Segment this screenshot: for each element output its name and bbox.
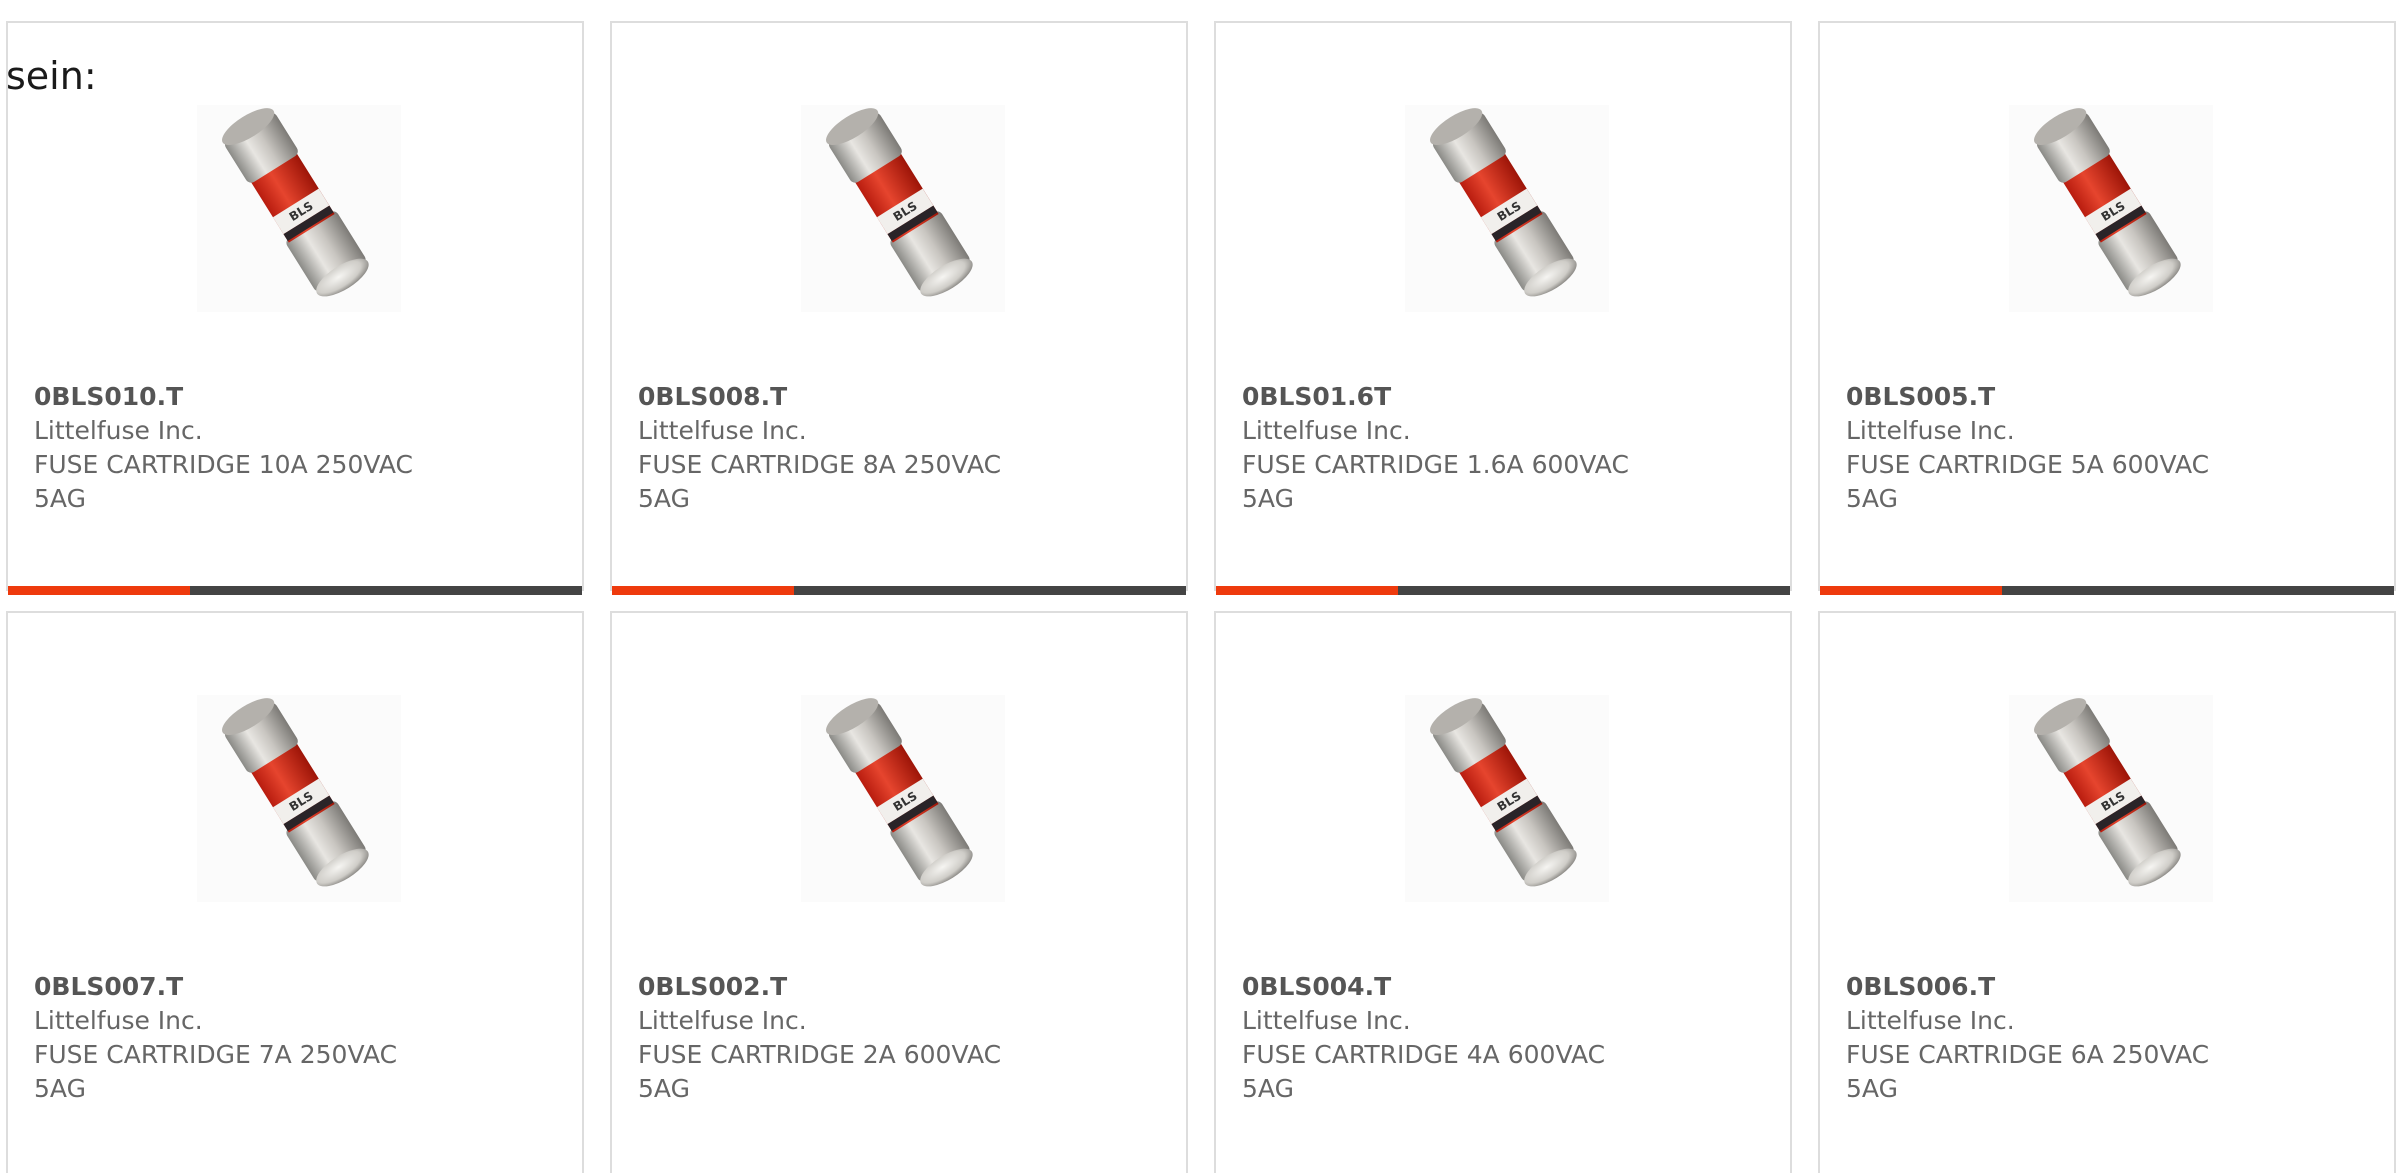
card-accent-stripe (1820, 586, 2002, 595)
fuse-image (801, 695, 1005, 902)
description: FUSE CARTRIDGE 6A 250VAC (1846, 1040, 2210, 1069)
card-bottom-bar (1820, 586, 2394, 595)
package-type: 5AG (1846, 484, 1898, 513)
manufacturer: Littelfuse Inc. (638, 1006, 807, 1035)
fuse-image (2009, 695, 2213, 902)
fuse-image (2009, 105, 2213, 312)
product-info: 0BLS01.6T Littelfuse Inc. FUSE CARTRIDGE… (1242, 380, 1762, 516)
product-info: 0BLS002.T Littelfuse Inc. FUSE CARTRIDGE… (638, 970, 1158, 1106)
part-number: 0BLS004.T (1242, 972, 1392, 1001)
card-accent-stripe (1216, 586, 1398, 595)
fuse-image (801, 105, 1005, 312)
card-bottom-bar (8, 586, 582, 595)
card-accent-stripe (612, 586, 794, 595)
intro-text: sein: (6, 54, 97, 98)
card-bottom-bar (1216, 586, 1790, 595)
manufacturer: Littelfuse Inc. (1846, 1006, 2015, 1035)
product-info: 0BLS006.T Littelfuse Inc. FUSE CARTRIDGE… (1846, 970, 2366, 1106)
part-number: 0BLS005.T (1846, 382, 1996, 411)
product-card[interactable]: 0BLS008.T Littelfuse Inc. FUSE CARTRIDGE… (610, 21, 1188, 595)
part-number: 0BLS002.T (638, 972, 788, 1001)
description: FUSE CARTRIDGE 8A 250VAC (638, 450, 1002, 479)
product-info: 0BLS005.T Littelfuse Inc. FUSE CARTRIDGE… (1846, 380, 2366, 516)
part-number: 0BLS007.T (34, 972, 184, 1001)
fuse-image (197, 105, 401, 312)
description: FUSE CARTRIDGE 7A 250VAC (34, 1040, 398, 1069)
description: FUSE CARTRIDGE 1.6A 600VAC (1242, 450, 1629, 479)
manufacturer: Littelfuse Inc. (1242, 416, 1411, 445)
part-number: 0BLS01.6T (1242, 382, 1392, 411)
product-card[interactable]: 0BLS002.T Littelfuse Inc. FUSE CARTRIDGE… (610, 611, 1188, 1173)
product-info: 0BLS004.T Littelfuse Inc. FUSE CARTRIDGE… (1242, 970, 1762, 1106)
product-card[interactable]: 0BLS005.T Littelfuse Inc. FUSE CARTRIDGE… (1818, 21, 2396, 595)
card-accent-stripe (8, 586, 190, 595)
description: FUSE CARTRIDGE 2A 600VAC (638, 1040, 1002, 1069)
part-number: 0BLS010.T (34, 382, 184, 411)
package-type: 5AG (1242, 1074, 1294, 1103)
card-bottom-bar (612, 586, 1186, 595)
product-card[interactable]: 0BLS010.T Littelfuse Inc. FUSE CARTRIDGE… (6, 21, 584, 595)
product-card[interactable]: 0BLS007.T Littelfuse Inc. FUSE CARTRIDGE… (6, 611, 584, 1173)
product-grid-page: sein: 0BLS010.T Littelfuse Inc. FUSE CAR… (0, 0, 2400, 1173)
product-card[interactable]: 0BLS01.6T Littelfuse Inc. FUSE CARTRIDGE… (1214, 21, 1792, 595)
description: FUSE CARTRIDGE 5A 600VAC (1846, 450, 2210, 479)
manufacturer: Littelfuse Inc. (34, 1006, 203, 1035)
fuse-image (1405, 695, 1609, 902)
product-info: 0BLS008.T Littelfuse Inc. FUSE CARTRIDGE… (638, 380, 1158, 516)
product-info: 0BLS010.T Littelfuse Inc. FUSE CARTRIDGE… (34, 380, 554, 516)
package-type: 5AG (638, 484, 690, 513)
product-info: 0BLS007.T Littelfuse Inc. FUSE CARTRIDGE… (34, 970, 554, 1106)
fuse-image (1405, 105, 1609, 312)
description: FUSE CARTRIDGE 4A 600VAC (1242, 1040, 1606, 1069)
manufacturer: Littelfuse Inc. (34, 416, 203, 445)
product-card[interactable]: 0BLS004.T Littelfuse Inc. FUSE CARTRIDGE… (1214, 611, 1792, 1173)
fuse-image (197, 695, 401, 902)
package-type: 5AG (34, 1074, 86, 1103)
part-number: 0BLS006.T (1846, 972, 1996, 1001)
package-type: 5AG (34, 484, 86, 513)
manufacturer: Littelfuse Inc. (638, 416, 807, 445)
part-number: 0BLS008.T (638, 382, 788, 411)
product-card[interactable]: 0BLS006.T Littelfuse Inc. FUSE CARTRIDGE… (1818, 611, 2396, 1173)
manufacturer: Littelfuse Inc. (1846, 416, 2015, 445)
package-type: 5AG (638, 1074, 690, 1103)
manufacturer: Littelfuse Inc. (1242, 1006, 1411, 1035)
description: FUSE CARTRIDGE 10A 250VAC (34, 450, 413, 479)
package-type: 5AG (1242, 484, 1294, 513)
package-type: 5AG (1846, 1074, 1898, 1103)
